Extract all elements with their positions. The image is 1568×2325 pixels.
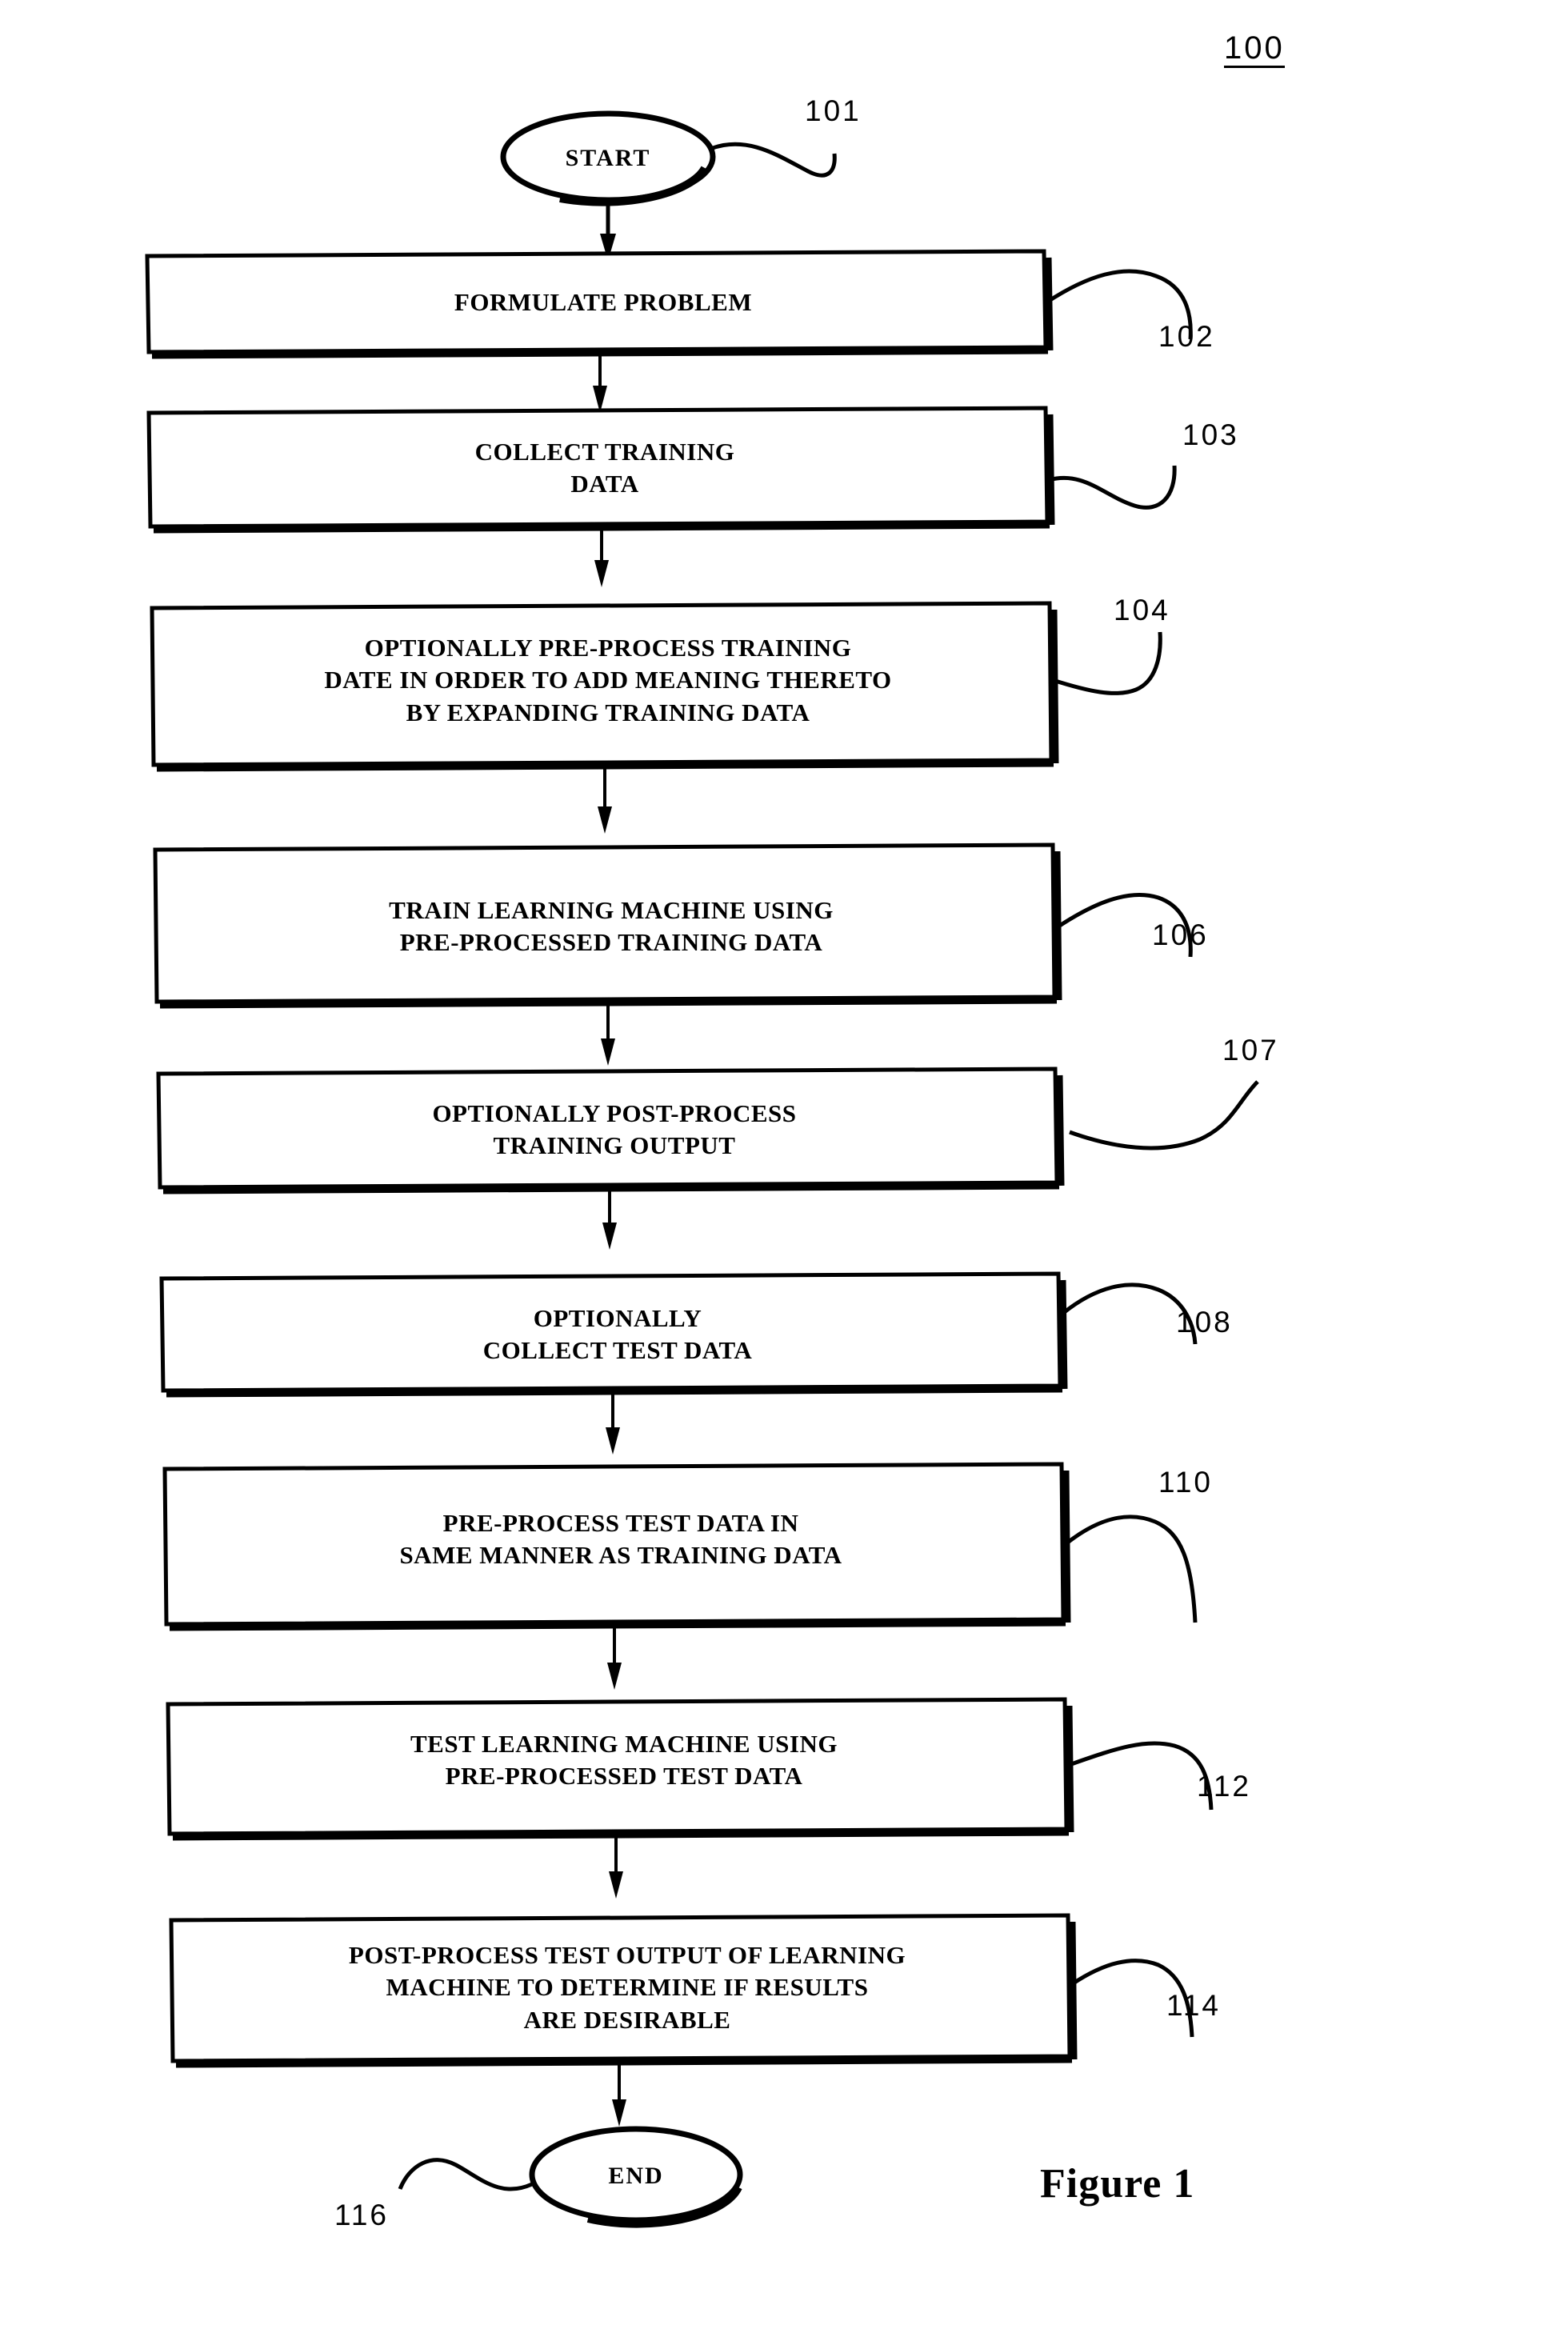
leader-line-104 (1052, 631, 1162, 695)
ref-numeral-110: 110 (1158, 1466, 1213, 1499)
box-110-shape (162, 1462, 1066, 1627)
ref-numeral-104: 104 (1114, 594, 1170, 626)
box-106-shape (153, 842, 1057, 1004)
ref-numeral-112: 112 (1197, 1770, 1251, 1803)
ref-numeral-107: 107 (1222, 1034, 1279, 1066)
box-108-shape (159, 1271, 1062, 1393)
arrowhead-107-to-108 (602, 1223, 617, 1250)
leader-line-112 (1068, 1741, 1214, 1811)
box-103-shape (146, 406, 1050, 529)
figure-caption: Figure 1 (1040, 2161, 1195, 2207)
leader-line-110 (1064, 1515, 1198, 1623)
ref-numeral-103: 103 (1182, 418, 1239, 451)
arrowhead-108-to-110 (606, 1427, 620, 1455)
box-104-shape (150, 601, 1054, 767)
ref-numeral-101: 101 (805, 94, 862, 127)
flowchart-geometry (145, 110, 1259, 2228)
ref-numeral-108: 108 (1176, 1306, 1233, 1339)
end-terminal-shape (529, 2126, 743, 2223)
box-102-shape (145, 249, 1048, 354)
box-107-shape (156, 1066, 1059, 1190)
arrowhead-106-to-107 (601, 1038, 615, 1066)
leader-line-103 (1048, 465, 1177, 510)
arrowhead-112-to-114 (609, 1871, 623, 1899)
arrowhead-104-to-106 (598, 806, 612, 834)
ref-numeral-102: 102 (1158, 320, 1215, 353)
leader-line-116 (398, 2158, 534, 2191)
arrowhead-103-to-104 (594, 560, 609, 587)
ref-numeral-114: 114 (1166, 1989, 1221, 2022)
diagram-reference-numeral: 100 (1224, 32, 1285, 68)
box-114-shape (169, 1913, 1072, 2063)
leader-line-101 (710, 142, 837, 178)
ref-numeral-106: 106 (1152, 918, 1209, 951)
box-112-shape (166, 1697, 1069, 1836)
arrowhead-110-to-112 (607, 1663, 622, 1690)
patent-figure: 100 START FORMULATE PROBLEM COLLECT TRAI… (0, 0, 1568, 2325)
leader-line-107 (1069, 1080, 1259, 1150)
arrowhead-114-to-end (612, 2099, 626, 2127)
ref-numeral-116: 116 (334, 2199, 389, 2231)
